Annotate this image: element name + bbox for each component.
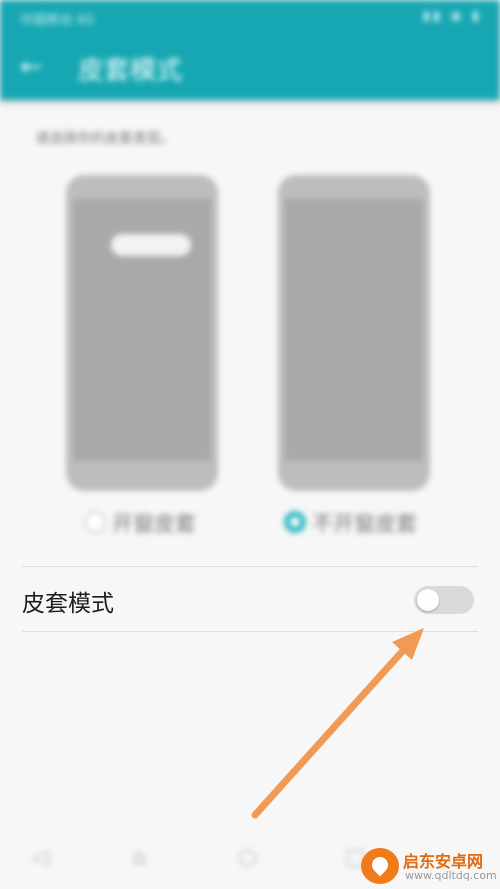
page-title: 皮套模式	[78, 56, 183, 86]
watermark-logo-icon	[361, 848, 399, 884]
app-bar: 中国移动 4G ▮▮ ◉ ▮ ← 皮套模式	[0, 0, 500, 100]
cover-type-section: 请选择你的皮套类型。 开窗皮套 不开窗皮套	[0, 100, 500, 560]
phone-screen	[285, 199, 423, 461]
hint-text: 请选择你的皮套类型。	[35, 131, 175, 147]
toggle-knob	[417, 589, 439, 611]
divider	[22, 631, 478, 632]
radio-button[interactable]	[84, 511, 106, 533]
screen: 中国移动 4G ▮▮ ◉ ▮ ← 皮套模式 请选择你的皮套类型。 开窗皮套 不开…	[0, 0, 500, 889]
divider	[22, 566, 478, 567]
cover-mode-label: 皮套模式	[22, 591, 114, 617]
option-label: 不开窗皮套	[312, 512, 417, 536]
status-icons: ▮▮ ◉ ▮	[422, 9, 482, 24]
home-icon[interactable]: ⌂	[132, 845, 146, 870]
status-bar: 中国移动 4G ▮▮ ◉ ▮	[0, 0, 500, 36]
watermark: 启东安卓网 www.qdltdq.com	[361, 846, 497, 886]
phone-preview-window-case[interactable]	[66, 175, 218, 491]
watermark-url: www.qdltdq.com	[405, 869, 497, 882]
case-window	[111, 234, 191, 256]
circle-icon[interactable]: ○	[238, 845, 257, 870]
phone-screen	[73, 199, 211, 461]
arrow-back-icon[interactable]: ←	[20, 53, 48, 81]
back-icon[interactable]: ◁	[32, 845, 49, 870]
carrier-text: 中国移动 4G	[20, 13, 95, 28]
radio-button-selected[interactable]	[284, 511, 306, 533]
phone-preview-no-window-case[interactable]	[278, 175, 430, 491]
cover-mode-toggle[interactable]	[414, 586, 474, 614]
option-label: 开窗皮套	[112, 512, 196, 536]
